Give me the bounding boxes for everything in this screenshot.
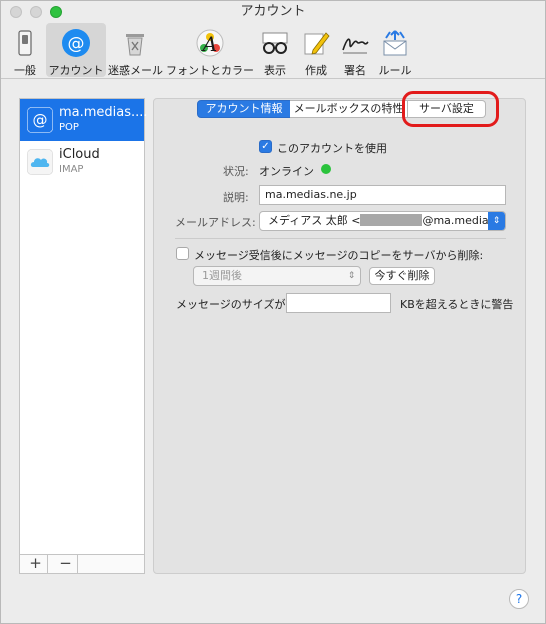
window-title: アカウント (240, 4, 306, 19)
account-item-ma-medias[interactable]: @ ma.medias.... POP (20, 99, 148, 141)
message-size-label: メッセージのサイズが (176, 298, 286, 311)
svg-text:A: A (201, 32, 217, 56)
use-account-label: このアカウントを使用 (277, 142, 387, 155)
toolbar-item-junk[interactable]: 迷惑メール (108, 23, 163, 77)
section-divider (175, 238, 506, 239)
font-letter-a-icon: A (196, 29, 224, 57)
remove-now-button[interactable]: 今すぐ削除 (369, 267, 435, 285)
email-address-label: メールアドレス: (175, 216, 256, 229)
description-label: 説明: (223, 191, 249, 204)
account-type: IMAP (59, 164, 84, 175)
account-list-footer: + − (20, 554, 144, 573)
status-label: 状況: (223, 165, 249, 178)
switch-icon (18, 30, 32, 56)
account-type: POP (59, 122, 79, 133)
account-detail-panel (153, 98, 526, 574)
preferences-toolbar: 一般 @ アカウント 迷惑メール A フォントとカラー 表示 作成 署名 ルール (1, 23, 545, 79)
account-item-icloud[interactable]: iCloud IMAP (20, 141, 144, 183)
remove-after-value: 1週間後 (202, 269, 242, 282)
trash-bin-icon (126, 34, 144, 56)
tab-mailbox-behaviors[interactable]: メールボックスの特性 (290, 100, 408, 118)
cloud-icon (27, 149, 53, 175)
chevron-updown-icon: ⇕ (347, 271, 356, 281)
close-window-button[interactable] (10, 6, 22, 18)
at-sign-icon: @ (27, 107, 53, 133)
email-name-prefix: メディアス 太郎 < (268, 214, 361, 227)
help-button[interactable]: ? (509, 589, 529, 609)
toolbar-label-junk: 迷惑メール (108, 64, 163, 77)
signature-icon (342, 38, 369, 54)
tab-account-info[interactable]: アカウント情報 (197, 100, 291, 118)
svg-text:@: @ (33, 111, 48, 129)
toolbar-item-accounts[interactable]: @ アカウント (46, 23, 106, 77)
toolbar-item-signatures[interactable]: 署名 (337, 23, 373, 77)
toolbar-item-composing[interactable]: 作成 (298, 23, 334, 77)
status-value: オンライン (259, 165, 314, 178)
remove-copy-checkbox[interactable] (176, 247, 189, 260)
at-sign-icon: @ (62, 29, 90, 57)
preferences-window: アカウント 一般 @ アカウント 迷惑メール A フォントとカラー 表示 作成 … (0, 0, 546, 624)
toolbar-item-rules[interactable]: ルール (376, 23, 414, 77)
toolbar-item-viewing[interactable]: 表示 (257, 23, 293, 77)
account-name: iCloud (59, 147, 100, 162)
glasses-icon (262, 32, 288, 54)
toolbar-item-general[interactable]: 一般 (7, 23, 43, 77)
zoom-window-button[interactable] (50, 6, 62, 18)
toolbar-item-fonts-colors[interactable]: A フォントとカラー (166, 23, 254, 77)
remove-copy-label: メッセージ受信後にメッセージのコピーをサーバから削除: (194, 249, 484, 262)
online-status-dot (321, 164, 331, 174)
envelope-arrows-icon (383, 30, 407, 56)
add-account-button[interactable]: + (24, 555, 48, 573)
svg-text:@: @ (68, 34, 85, 54)
toolbar-label-rules: ルール (378, 64, 412, 77)
chevron-updown-icon: ⇕ (488, 212, 505, 230)
remove-account-button[interactable]: − (54, 555, 78, 573)
minimize-window-button[interactable] (30, 6, 42, 18)
toolbar-label-accounts: アカウント (48, 64, 104, 77)
use-account-checkbox[interactable]: ✓ (259, 140, 272, 153)
email-address-popup[interactable]: メディアス 太郎 < @ma.medias.... ⇕ (259, 211, 506, 231)
toolbar-label-composing: 作成 (305, 64, 327, 77)
description-field[interactable]: ma.medias.ne.jp (259, 185, 506, 205)
account-name: ma.medias.... (59, 105, 148, 120)
toolbar-label-fonts-colors: フォントとカラー (166, 64, 254, 77)
highlight-annotation (402, 91, 499, 127)
message-size-suffix: KBを超えるときに警告 (400, 298, 514, 311)
message-size-field[interactable] (286, 293, 391, 313)
pencil-icon (304, 32, 330, 55)
toolbar-label-general: 一般 (14, 64, 36, 77)
toolbar-label-viewing: 表示 (264, 64, 286, 77)
redacted-address (360, 214, 423, 226)
toolbar-label-signatures: 署名 (344, 64, 366, 77)
account-list: @ ma.medias.... POP iCloud IMAP + − (19, 98, 148, 574)
remove-after-popup[interactable]: 1週間後 ⇕ (193, 266, 361, 286)
